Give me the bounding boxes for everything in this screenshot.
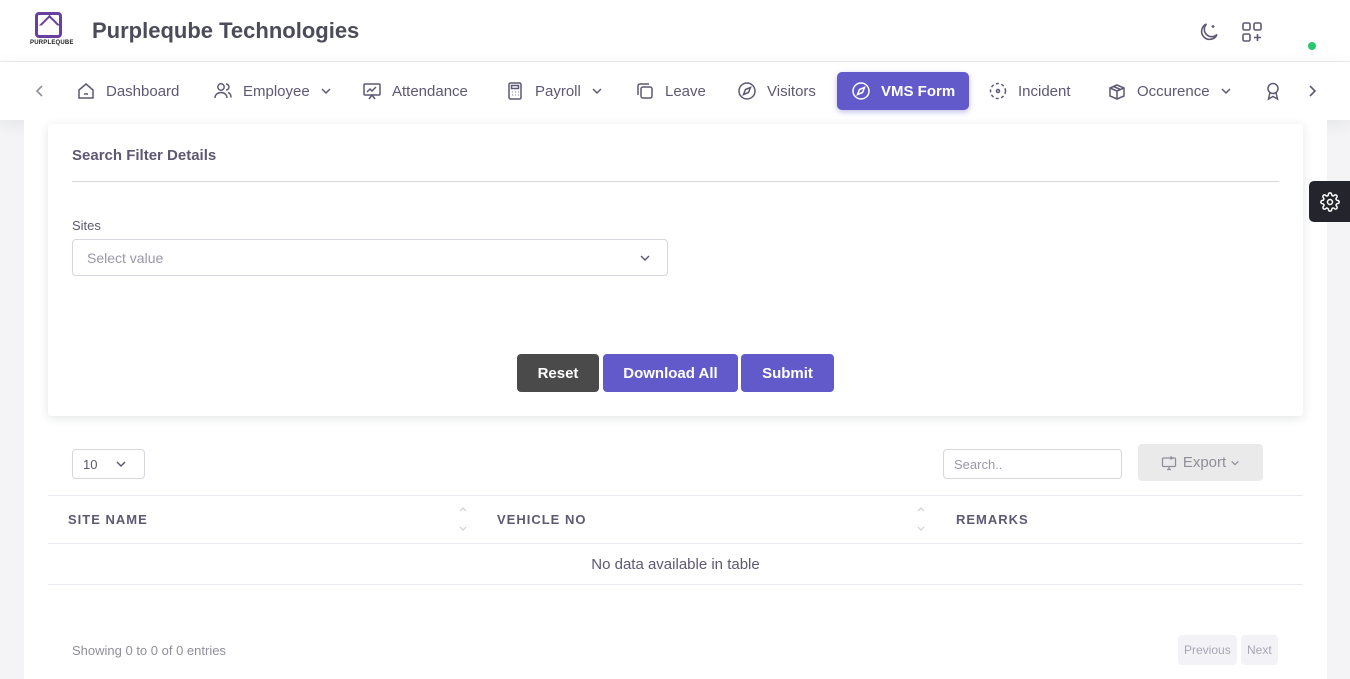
- award-icon[interactable]: [1263, 81, 1283, 101]
- table-header-border: [48, 543, 1303, 544]
- presentation-chart-icon: [363, 83, 381, 100]
- nav-item-employee[interactable]: Employee: [199, 72, 346, 110]
- calculator-icon: [508, 82, 522, 100]
- table-bottom-border: [48, 584, 1303, 585]
- sort-icon[interactable]: [916, 505, 926, 533]
- nav-label: Occurence: [1137, 82, 1210, 100]
- page-length-select[interactable]: 10: [72, 449, 145, 479]
- export-button[interactable]: Export: [1138, 444, 1263, 481]
- copy-icon: [637, 83, 653, 99]
- main-nav: Dashboard Employee Attendance Payroll Le…: [0, 62, 1350, 120]
- table-info: Showing 0 to 0 of 0 entries: [72, 643, 226, 658]
- nav-item-vms-form[interactable]: VMS Form: [837, 72, 970, 110]
- sites-placeholder: Select value: [87, 250, 164, 266]
- nav-label: Incident: [1018, 82, 1071, 100]
- download-all-button[interactable]: Download All: [603, 354, 738, 392]
- search-filter-card: Search Filter Details Sites Select value…: [48, 124, 1303, 416]
- nav-label: Dashboard: [106, 82, 180, 100]
- nav-label: Employee: [243, 82, 310, 100]
- compass-icon: [738, 82, 756, 100]
- home-icon: [78, 83, 94, 99]
- column-header-site-name[interactable]: SITE NAME: [68, 512, 148, 527]
- chevron-down-icon: [116, 461, 126, 468]
- top-header: PURPLEQUBE Purpleqube Technologies: [0, 0, 1350, 62]
- chevron-down-icon: [1221, 88, 1231, 95]
- reset-button[interactable]: Reset: [517, 354, 599, 392]
- column-header-vehicle-no[interactable]: VEHICLE NO: [497, 512, 586, 527]
- submit-button[interactable]: Submit: [741, 354, 834, 392]
- nav-label: Leave: [665, 82, 706, 100]
- card-title: Search Filter Details: [72, 147, 217, 164]
- nav-label: Visitors: [767, 82, 816, 100]
- logo-text: PURPLEQUBE: [30, 40, 74, 46]
- monitor-export-icon: [1161, 455, 1176, 470]
- sites-select[interactable]: Select value: [72, 239, 668, 276]
- nav-scroll-right-icon[interactable]: [1302, 81, 1322, 101]
- nav-label: Attendance: [392, 82, 468, 100]
- moon-icon[interactable]: [1197, 20, 1221, 44]
- chevron-down-icon: [1231, 460, 1239, 466]
- chevron-down-icon: [321, 88, 331, 95]
- divider: [72, 181, 1279, 182]
- compass-icon: [852, 82, 870, 100]
- gear-icon: [1319, 191, 1340, 212]
- brand-name: Purpleqube Technologies: [92, 18, 360, 43]
- sites-label: Sites: [72, 218, 101, 233]
- nav-item-dashboard[interactable]: Dashboard: [62, 72, 193, 110]
- nav-item-payroll[interactable]: Payroll: [491, 72, 617, 110]
- chevron-down-icon: [640, 255, 650, 262]
- nav-label: Payroll: [535, 82, 581, 100]
- nav-scroll-left-icon[interactable]: [30, 81, 50, 101]
- table-top-border: [48, 495, 1303, 496]
- nav-item-incident[interactable]: Incident: [974, 72, 1085, 110]
- online-status-dot: [1308, 42, 1316, 50]
- package-icon: [1109, 84, 1125, 100]
- nav-label: VMS Form: [881, 82, 956, 100]
- pagination-next[interactable]: Next: [1241, 635, 1278, 665]
- export-label: Export: [1182, 454, 1227, 471]
- nav-item-leave[interactable]: Leave: [621, 72, 720, 110]
- sort-icon[interactable]: [458, 505, 468, 533]
- company-logo[interactable]: PURPLEQUBE: [30, 12, 74, 50]
- table-search-input[interactable]: [943, 449, 1122, 479]
- focus-icon: [989, 82, 1007, 100]
- nav-item-visitors[interactable]: Visitors: [723, 72, 830, 110]
- users-icon: [214, 83, 232, 99]
- nav-item-occurence[interactable]: Occurence: [1093, 72, 1246, 110]
- column-header-remarks[interactable]: REMARKS: [956, 512, 1029, 527]
- customizer-toggle[interactable]: [1309, 181, 1350, 222]
- empty-table-message: No data available in table: [591, 556, 760, 573]
- page-length-value: 10: [83, 457, 98, 472]
- apps-add-icon[interactable]: [1240, 20, 1264, 44]
- logo-mark: [35, 12, 62, 38]
- nav-item-attendance[interactable]: Attendance: [348, 72, 482, 110]
- chevron-down-icon: [592, 88, 602, 95]
- pagination-previous[interactable]: Previous: [1178, 635, 1237, 665]
